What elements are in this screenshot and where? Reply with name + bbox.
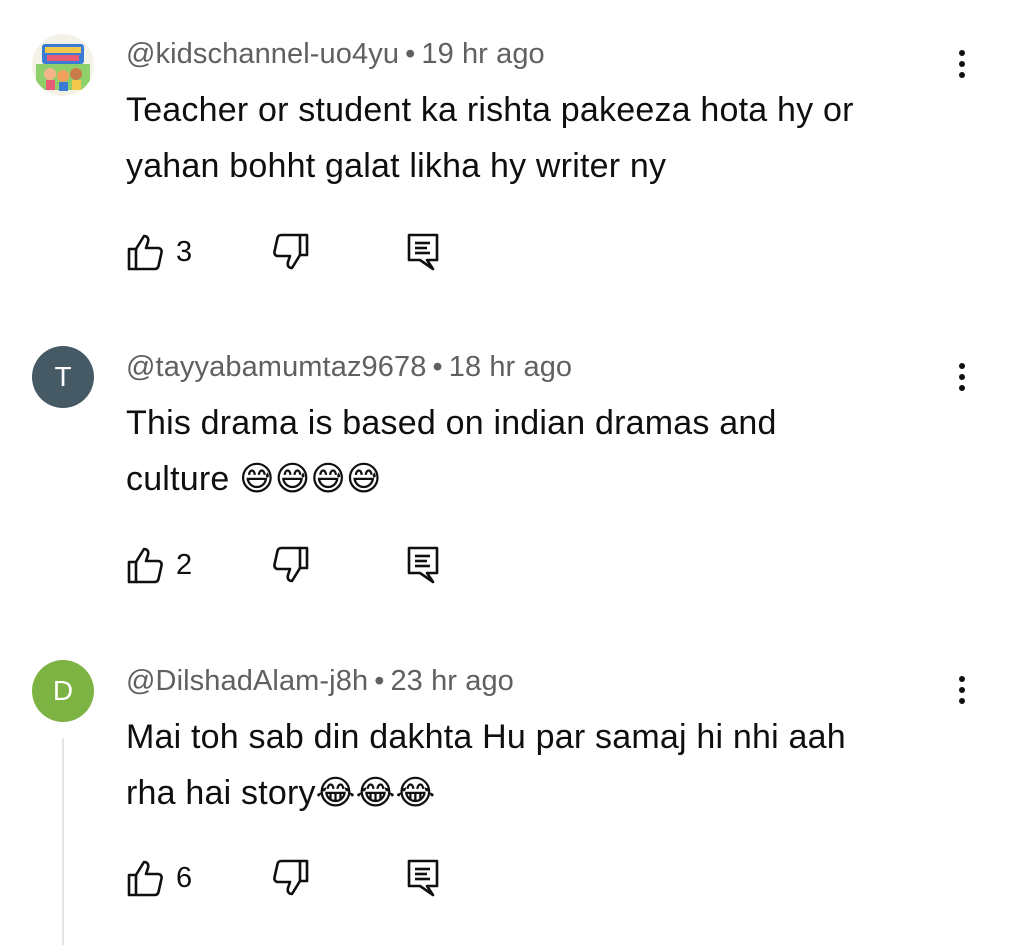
avatar[interactable] [32, 34, 94, 96]
comment-text-line: culture 😅😅😅😅 [126, 460, 382, 498]
channel-logo-icon [32, 34, 94, 96]
thumb-down-icon [273, 233, 309, 270]
reply-comment-icon [407, 546, 439, 584]
like-count: 6 [176, 861, 193, 894]
dislike-button[interactable] [272, 858, 310, 903]
thumb-up-icon [127, 547, 163, 584]
avatar-letter: T [54, 361, 72, 392]
comment-text-line: yahan bohht galat likha hy writer ny [126, 147, 667, 185]
more-vert-icon[interactable] [944, 668, 980, 712]
comment-text-line: rha hai story😂😂😂 [126, 774, 436, 812]
comment-actions: 2 [126, 545, 526, 589]
thumb-up-icon [127, 860, 163, 897]
meta-separator: • [374, 665, 385, 697]
comment-time: 23 hr ago [390, 665, 514, 697]
comment-actions: 3 [126, 232, 526, 276]
more-vert-icon[interactable] [944, 42, 980, 86]
like-button[interactable]: 3 [126, 232, 192, 272]
thumb-up-icon [127, 234, 163, 271]
avatar-letter: D [52, 675, 74, 706]
reply-button[interactable] [406, 545, 440, 590]
meta-separator: • [405, 38, 416, 70]
comment-text: This drama is based on indian dramas and… [126, 395, 956, 507]
reply-thread-line [62, 738, 64, 945]
comment-text: Mai toh sab din dakhta Hu par samaj hi n… [126, 709, 956, 821]
more-vert-icon[interactable] [944, 355, 980, 399]
author-handle[interactable]: @kidschannel-uo4yu [126, 38, 399, 70]
avatar[interactable]: T [32, 346, 94, 408]
reply-comment-icon [407, 859, 439, 897]
comment-actions: 6 [126, 858, 526, 902]
meta-separator: • [432, 351, 443, 383]
like-count: 3 [176, 235, 193, 268]
comment-text-line: Teacher or student ka rishta pakeeza hot… [126, 91, 854, 129]
reply-button[interactable] [406, 232, 440, 277]
like-count: 2 [176, 548, 193, 581]
thumb-down-icon [273, 546, 309, 583]
thumb-down-icon [273, 859, 309, 896]
comment-text-line: This drama is based on indian dramas and [126, 404, 777, 442]
comment-meta: @tayyabamumtaz9678 • 18 hr ago [126, 351, 572, 384]
comment-text-line: Mai toh sab din dakhta Hu par samaj hi n… [126, 718, 846, 756]
comment-time: 18 hr ago [448, 351, 573, 383]
comment-text: Teacher or student ka rishta pakeeza hot… [126, 82, 956, 194]
reply-button[interactable] [406, 858, 440, 903]
reply-comment-icon [407, 233, 439, 271]
comment-time: 19 hr ago [421, 38, 545, 70]
like-button[interactable]: 2 [126, 545, 192, 585]
avatar[interactable]: D [32, 660, 94, 722]
author-handle[interactable]: @tayyabamumtaz9678 [126, 351, 426, 383]
comment-meta: @kidschannel-uo4yu • 19 hr ago [126, 38, 545, 71]
dislike-button[interactable] [272, 545, 310, 590]
like-button[interactable]: 6 [126, 858, 192, 898]
comment-meta: @DilshadAlam-j8h • 23 hr ago [126, 665, 514, 698]
author-handle[interactable]: @DilshadAlam-j8h [126, 665, 368, 697]
dislike-button[interactable] [272, 232, 310, 277]
